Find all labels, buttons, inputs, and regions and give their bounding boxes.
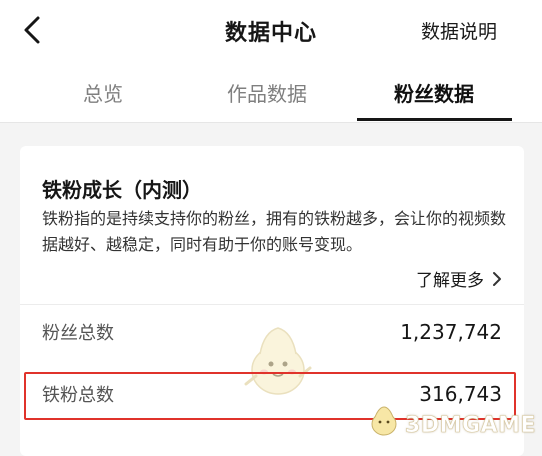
total-fans-row: 粉丝总数 1,237,742	[42, 312, 502, 352]
learn-more-link[interactable]: 了解更多	[416, 266, 502, 291]
tab-bar: 总览 作品数据 粉丝数据	[0, 62, 542, 123]
total-fans-label: 粉丝总数	[42, 323, 114, 344]
total-iron-fans-label: 铁粉总数	[42, 385, 114, 406]
tab-fans-data[interactable]: 粉丝数据	[394, 78, 474, 107]
total-iron-fans-value: 316,743	[419, 382, 502, 406]
active-tab-indicator	[357, 118, 512, 121]
tab-works-data[interactable]: 作品数据	[227, 78, 307, 107]
card-description: 铁粉指的是持续支持你的粉丝，拥有的铁粉越多，会让你的视频数据越好、越稳定，同时有…	[42, 209, 507, 254]
total-fans-value: 1,237,742	[400, 320, 502, 344]
chevron-right-icon	[493, 271, 501, 286]
card-title: 铁粉成长（内测）	[42, 178, 202, 202]
learn-more-label: 了解更多	[416, 271, 484, 291]
tab-overview[interactable]: 总览	[83, 78, 123, 107]
card-divider	[20, 304, 524, 305]
total-iron-fans-row: 铁粉总数 316,743	[42, 374, 502, 414]
top-nav-bar: 数据中心 数据说明	[0, 0, 542, 62]
data-explanation-link[interactable]: 数据说明	[421, 17, 497, 44]
iron-fans-card: 铁粉成长（内测） 铁粉指的是持续支持你的粉丝，拥有的铁粉越多，会让你的视频数据越…	[20, 146, 524, 456]
